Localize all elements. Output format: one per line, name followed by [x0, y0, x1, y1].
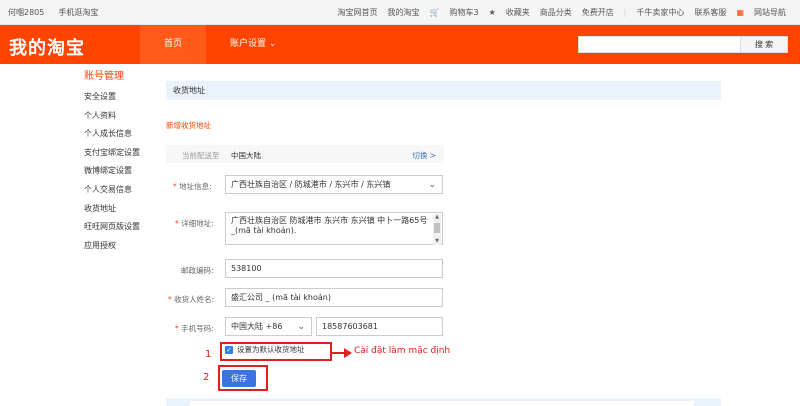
username-link[interactable]: 何嗰2805: [8, 7, 44, 18]
sidebar-item-weibo[interactable]: 微博绑定设置: [84, 164, 164, 183]
country-code-select[interactable]: 中国大陆 +86 ⌄: [225, 317, 312, 336]
main-nav: 首页 账户设置 ⌄: [140, 25, 300, 64]
postcode-input[interactable]: 538100: [225, 259, 443, 278]
favorites-link[interactable]: 收藏夹: [506, 7, 530, 18]
scroll-up-icon: ▲: [435, 214, 439, 220]
detail-textarea[interactable]: 广西壮族自治区 防城港市 东兴市 东兴镇 中卜一路65号 _(mã tài kh…: [225, 212, 443, 245]
sidebar-item-trade[interactable]: 个人交易信息: [84, 183, 164, 202]
seller-center-link[interactable]: 千牛卖家中心: [636, 7, 684, 18]
search-button[interactable]: 搜 索: [740, 37, 787, 52]
site-nav-link[interactable]: 网站导航: [754, 7, 786, 18]
scroll-down-icon: ▼: [435, 238, 439, 244]
sidebar: 账号管理 安全设置 个人资料 个人成长信息 支付宝绑定设置 微博绑定设置 个人交…: [84, 67, 164, 257]
chevron-down-icon: ⌄: [268, 39, 277, 49]
open-store-link[interactable]: 免费开店: [582, 7, 614, 18]
phone-label-text: 手机号码:: [181, 324, 214, 333]
scroll-thumb[interactable]: [434, 223, 440, 233]
name-label-text: 收货人姓名:: [174, 295, 215, 304]
postcode-row: 邮政编码: 538100: [166, 259, 666, 279]
region-bar: 当前配送至 中国大陆 切换 >: [166, 145, 444, 163]
address-label: * 地址信息:: [173, 181, 212, 192]
logo[interactable]: 我的淘宝: [9, 34, 85, 60]
region-switch-link[interactable]: 切换 >: [412, 150, 436, 161]
address-select-value: 广西壮族自治区 / 防城港市 / 东兴市 / 东兴镇: [231, 180, 391, 189]
address-list-header: [166, 398, 721, 406]
nav-account-settings-label: 账户设置: [230, 39, 267, 49]
sidebar-item-alipay[interactable]: 支付宝绑定设置: [84, 146, 164, 165]
page-title: 收货地址: [166, 81, 721, 100]
categories-link[interactable]: 商品分类: [540, 7, 572, 18]
taobao-home-link[interactable]: 淘宝网首页: [338, 7, 378, 18]
annotation-number-2: 2: [203, 372, 210, 383]
phone-input[interactable]: 18587603681: [316, 317, 443, 336]
sidebar-title: 账号管理: [84, 71, 124, 82]
annotation-callout: Cài đặt làm mặc định: [354, 346, 451, 356]
site-nav-icon: ▦: [736, 8, 744, 17]
annotation-box-checkbox: [220, 342, 332, 361]
search-box: 搜 索: [578, 36, 788, 53]
search-input[interactable]: [579, 37, 740, 52]
sidebar-item-growth[interactable]: 个人成长信息: [84, 127, 164, 146]
nav-home[interactable]: 首页: [140, 25, 207, 64]
sidebar-item-apps[interactable]: 应用授权: [84, 239, 164, 258]
star-icon: ★: [488, 8, 496, 17]
address-list-inner: [190, 401, 694, 406]
annotation-arrowhead: [344, 348, 352, 358]
detail-row: * 详细地址: 广西壮族自治区 防城港市 东兴市 东兴镇 中卜一路65号 _(m…: [166, 212, 666, 245]
address-label-text: 地址信息:: [179, 182, 212, 191]
detail-label: * 详细地址:: [175, 218, 214, 229]
header: 我的淘宝 首页 账户设置 ⌄ 搜 索: [0, 25, 800, 64]
sidebar-item-wangwang[interactable]: 旺旺网页版设置: [84, 220, 164, 239]
chevron-down-icon: ⌄: [428, 180, 436, 190]
sidebar-item-profile[interactable]: 个人资料: [84, 109, 164, 128]
customer-service-link[interactable]: 联系客服: [694, 7, 726, 18]
textarea-scrollbar[interactable]: ▲ ▼: [433, 214, 441, 245]
region-label: 当前配送至: [182, 151, 220, 160]
region-value: 中国大陆: [231, 151, 261, 160]
save-button[interactable]: 保存: [222, 370, 256, 387]
annotation-number-1: 1: [205, 349, 212, 360]
divider: |: [623, 8, 627, 17]
top-bar: 何嗰2805 手机逛淘宝 淘宝网首页 我的淘宝 🛒 购物车3 ★ 收藏夹 商品分…: [0, 0, 800, 25]
chevron-down-icon: ⌄: [297, 322, 305, 332]
mobile-taobao-link[interactable]: 手机逛淘宝: [58, 7, 98, 18]
address-row: * 地址信息: 广西壮族自治区 / 防城港市 / 东兴市 / 东兴镇 ⌄: [166, 175, 666, 195]
recipient-name-input[interactable]: 盛汇公司 _ (mã tài khoản): [225, 288, 443, 307]
sidebar-item-security[interactable]: 安全设置: [84, 90, 164, 109]
cart-link[interactable]: 购物车3: [449, 7, 478, 18]
detail-textarea-value: 广西壮族自治区 防城港市 东兴市 东兴镇 中卜一路65号 _(mã tài kh…: [231, 216, 428, 235]
address-select[interactable]: 广西壮族自治区 / 防城港市 / 东兴市 / 东兴镇 ⌄: [225, 175, 443, 194]
name-row: * 收货人姓名: 盛汇公司 _ (mã tài khoản): [166, 288, 666, 308]
nav-account-settings[interactable]: 账户设置 ⌄: [206, 25, 300, 64]
cart-icon: 🛒: [429, 8, 440, 17]
new-address-heading: 新增收货地址: [166, 121, 211, 130]
detail-label-text: 详细地址:: [181, 219, 214, 228]
country-code-value: 中国大陆 +86: [231, 322, 283, 331]
name-label: * 收货人姓名:: [168, 294, 214, 305]
phone-label: * 手机号码:: [175, 323, 214, 334]
sidebar-item-address[interactable]: 收货地址: [84, 202, 164, 221]
my-taobao-link[interactable]: 我的淘宝: [388, 7, 420, 18]
postcode-label: 邮政编码:: [181, 266, 214, 275]
phone-row: * 手机号码: 中国大陆 +86 ⌄ 18587603681: [166, 317, 666, 337]
